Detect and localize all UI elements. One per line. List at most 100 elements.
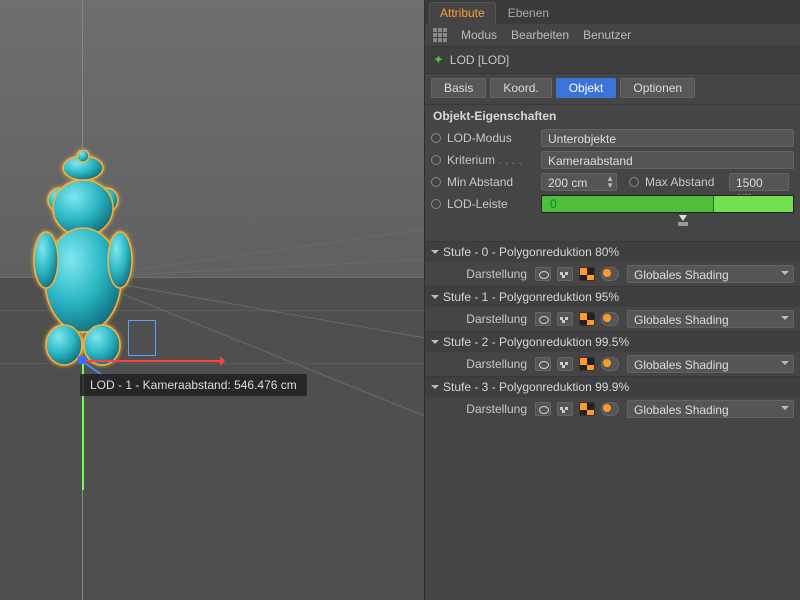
label-kriterium-text: Kriterium bbox=[447, 153, 495, 167]
label-darstellung: Darstellung bbox=[455, 267, 527, 281]
object-sub-tabs: Basis Koord. Objekt Optionen bbox=[425, 74, 800, 105]
texture-checker-icon[interactable] bbox=[579, 312, 595, 326]
points-icon[interactable] bbox=[557, 312, 573, 326]
object-header: ✦ LOD [LOD] bbox=[425, 47, 800, 74]
value-shading: Globales Shading bbox=[634, 403, 729, 417]
panel-menu: Modus Bearbeiten Benutzer bbox=[425, 24, 800, 47]
viewport-object-teddy[interactable] bbox=[28, 150, 138, 368]
label-min-abstand: Min Abstand bbox=[447, 175, 535, 189]
grid-mode-icon[interactable] bbox=[433, 28, 447, 42]
disclosure-triangle-icon[interactable] bbox=[431, 250, 439, 258]
anim-dot-icon[interactable] bbox=[431, 155, 441, 165]
field-lod-modus[interactable]: Unterobjekte bbox=[541, 129, 794, 147]
lod-level-title: Stufe - 3 - Polygonreduktion 99.9% bbox=[443, 380, 629, 394]
viewport-info-tooltip: LOD - 1 - Kameraabstand: 546.476 cm bbox=[80, 374, 307, 396]
value-shading: Globales Shading bbox=[634, 358, 729, 372]
subtab-objekt[interactable]: Objekt bbox=[556, 78, 617, 98]
attribute-panel: Attribute Ebenen Modus Bearbeiten Benutz… bbox=[424, 0, 800, 600]
dropdown-arrow-icon[interactable] bbox=[781, 316, 789, 324]
texture-checker-icon[interactable] bbox=[579, 402, 595, 416]
anim-dot-icon[interactable] bbox=[431, 133, 441, 143]
disclosure-triangle-icon[interactable] bbox=[431, 295, 439, 303]
row-lod-modus: LOD-Modus Unterobjekte bbox=[431, 127, 794, 149]
points-icon[interactable] bbox=[557, 357, 573, 371]
object-name: LOD [LOD] bbox=[450, 53, 509, 67]
lod-level-header[interactable]: Stufe - 1 - Polygonreduktion 95% bbox=[425, 287, 800, 307]
visibility-icon[interactable] bbox=[535, 357, 551, 371]
lod-level-header[interactable]: Stufe - 3 - Polygonreduktion 99.9% bbox=[425, 377, 800, 397]
axis-x[interactable] bbox=[82, 360, 222, 362]
dropdown-arrow-icon[interactable] bbox=[781, 361, 789, 369]
tab-attribute[interactable]: Attribute bbox=[429, 2, 496, 24]
toggle-icon[interactable] bbox=[601, 357, 619, 371]
lod-level-3: Stufe - 3 - Polygonreduktion 99.9% Darste… bbox=[425, 376, 800, 421]
viewport-3d[interactable]: LOD - 1 - Kameraabstand: 546.476 cm bbox=[0, 0, 424, 600]
object-properties: LOD-Modus Unterobjekte Kriterium . . . .… bbox=[425, 127, 800, 241]
toggle-icon[interactable] bbox=[601, 402, 619, 416]
field-kriterium[interactable]: Kameraabstand bbox=[541, 151, 794, 169]
lod-level-title: Stufe - 0 - Polygonreduktion 80% bbox=[443, 245, 619, 259]
subtab-koord[interactable]: Koord. bbox=[490, 78, 551, 98]
lod-bar-segment bbox=[713, 196, 793, 212]
lod-level-2: Stufe - 2 - Polygonreduktion 99.5% Darste… bbox=[425, 331, 800, 376]
lod-level-title: Stufe - 2 - Polygonreduktion 99.5% bbox=[443, 335, 629, 349]
disclosure-triangle-icon[interactable] bbox=[431, 340, 439, 348]
field-max-abstand[interactable]: 1500 cm bbox=[729, 173, 789, 191]
lod-level-body: Darstellung Globales Shading bbox=[425, 397, 800, 421]
lod-level-header[interactable]: Stufe - 0 - Polygonreduktion 80% bbox=[425, 242, 800, 262]
tab-ebenen[interactable]: Ebenen bbox=[498, 3, 559, 24]
label-lod-leiste: LOD-Leiste bbox=[447, 197, 535, 211]
label-darstellung: Darstellung bbox=[455, 312, 527, 326]
lod-bar-markers bbox=[437, 215, 788, 229]
lod-bar[interactable]: 0 bbox=[541, 195, 794, 213]
field-shading[interactable]: Globales Shading bbox=[627, 310, 794, 328]
toggle-icon[interactable] bbox=[601, 312, 619, 326]
points-icon[interactable] bbox=[557, 267, 573, 281]
anim-dot-icon[interactable] bbox=[629, 177, 639, 187]
lod-object-icon: ✦ bbox=[433, 52, 444, 68]
subtab-basis[interactable]: Basis bbox=[431, 78, 486, 98]
visibility-icon[interactable] bbox=[535, 267, 551, 281]
section-title: Objekt-Eigenschaften bbox=[425, 105, 800, 127]
menu-bearbeiten[interactable]: Bearbeiten bbox=[511, 28, 569, 42]
value-shading: Globales Shading bbox=[634, 268, 729, 282]
label-darstellung: Darstellung bbox=[455, 402, 527, 416]
axis-origin[interactable] bbox=[78, 356, 86, 364]
toggle-icon[interactable] bbox=[601, 267, 619, 281]
row-darstellung: Darstellung Globales Shading bbox=[431, 355, 794, 373]
texture-checker-icon[interactable] bbox=[579, 267, 595, 281]
label-max-abstand: Max Abstand bbox=[645, 175, 723, 189]
field-shading[interactable]: Globales Shading bbox=[627, 265, 794, 283]
field-shading[interactable]: Globales Shading bbox=[627, 400, 794, 418]
points-icon[interactable] bbox=[557, 402, 573, 416]
value-min-abstand: 200 cm bbox=[548, 176, 587, 190]
texture-checker-icon[interactable] bbox=[579, 357, 595, 371]
dropdown-arrow-icon[interactable] bbox=[781, 406, 789, 414]
menu-modus[interactable]: Modus bbox=[461, 28, 497, 42]
dropdown-arrow-icon[interactable] bbox=[781, 271, 789, 279]
anim-dot-icon[interactable] bbox=[431, 177, 441, 187]
visibility-icon[interactable] bbox=[535, 312, 551, 326]
lod-handle-icon[interactable] bbox=[676, 215, 690, 227]
disclosure-triangle-icon[interactable] bbox=[431, 385, 439, 393]
lod-level-header[interactable]: Stufe - 2 - Polygonreduktion 99.5% bbox=[425, 332, 800, 352]
display-icon-set bbox=[535, 312, 619, 326]
label-lod-modus: LOD-Modus bbox=[447, 131, 535, 145]
field-shading[interactable]: Globales Shading bbox=[627, 355, 794, 373]
menu-benutzer[interactable]: Benutzer bbox=[583, 28, 631, 42]
spinner-icon[interactable]: ▲▼ bbox=[606, 175, 614, 189]
row-darstellung: Darstellung Globales Shading bbox=[431, 400, 794, 418]
subtab-optionen[interactable]: Optionen bbox=[620, 78, 695, 98]
row-kriterium: Kriterium . . . . Kameraabstand bbox=[431, 149, 794, 171]
display-icon-set bbox=[535, 402, 619, 416]
lod-bar-value: 0 bbox=[550, 197, 557, 211]
lod-level-title: Stufe - 1 - Polygonreduktion 95% bbox=[443, 290, 619, 304]
row-abstand: Min Abstand 200 cm ▲▼ Max Abstand 1500 c… bbox=[431, 171, 794, 193]
lod-level-body: Darstellung Globales Shading bbox=[425, 262, 800, 286]
visibility-icon[interactable] bbox=[535, 402, 551, 416]
row-darstellung: Darstellung Globales Shading bbox=[431, 310, 794, 328]
field-min-abstand[interactable]: 200 cm ▲▼ bbox=[541, 173, 617, 191]
anim-dot-icon[interactable] bbox=[431, 199, 441, 209]
label-darstellung: Darstellung bbox=[455, 357, 527, 371]
label-ellipsis: . . . . bbox=[498, 153, 521, 167]
